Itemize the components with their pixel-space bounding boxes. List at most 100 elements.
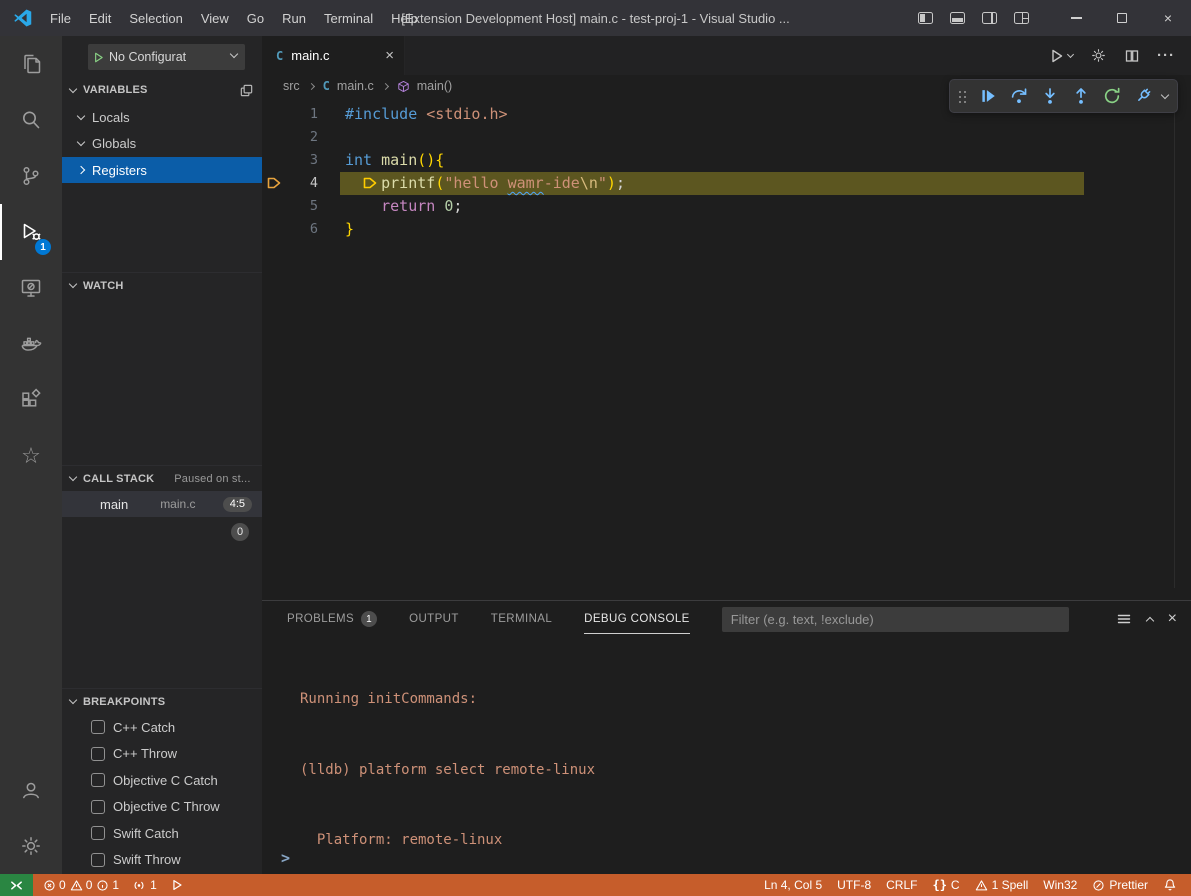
code-line-5[interactable]: 5 return 0;: [262, 195, 1191, 218]
platform-indicator[interactable]: Win32: [1043, 878, 1077, 892]
drag-handle-icon[interactable]: [957, 90, 967, 103]
line-number[interactable]: 6: [262, 218, 318, 241]
breakpoint-cpp-throw[interactable]: C++ Throw: [62, 741, 262, 768]
gear-icon[interactable]: [1090, 47, 1107, 64]
settings-button[interactable]: [0, 818, 62, 874]
checkbox[interactable]: [91, 853, 105, 867]
disconnect-button[interactable]: [1129, 82, 1157, 110]
call-stack-frame[interactable]: main main.c 4:5: [62, 491, 262, 517]
menu-go[interactable]: Go: [238, 0, 273, 36]
continue-button[interactable]: [974, 82, 1002, 110]
encoding-indicator[interactable]: UTF-8: [837, 878, 871, 892]
code-editor[interactable]: 1 #include <stdio.h> 2 3 int main(){ 4: [262, 97, 1191, 600]
notifications-button[interactable]: [1163, 878, 1177, 892]
customize-layout-icon[interactable]: [1014, 12, 1029, 24]
breakpoint-swift-throw[interactable]: Swift Throw: [62, 847, 262, 874]
menu-terminal[interactable]: Terminal: [315, 0, 382, 36]
variables-scope-globals[interactable]: Globals: [62, 130, 262, 156]
close-window-button[interactable]: ×: [1145, 0, 1191, 36]
close-tab-icon[interactable]: ×: [385, 48, 394, 63]
sidebar-item-search[interactable]: [0, 92, 62, 148]
tab-output[interactable]: OUTPUT: [409, 601, 459, 637]
code-line-2[interactable]: 2: [262, 126, 1191, 149]
accounts-button[interactable]: [0, 762, 62, 818]
chevron-down-icon: [69, 696, 77, 704]
line-number[interactable]: 3: [262, 149, 318, 172]
tab-main-c[interactable]: C main.c ×: [262, 36, 405, 75]
menu-selection[interactable]: Selection: [120, 0, 191, 36]
more-actions-icon[interactable]: ···: [1157, 48, 1175, 63]
maximize-panel-icon[interactable]: [1145, 617, 1153, 625]
ports-status[interactable]: 1: [132, 878, 157, 892]
toggle-sidebar-icon[interactable]: [918, 12, 933, 24]
close-panel-icon[interactable]: ×: [1168, 611, 1177, 627]
step-out-button[interactable]: [1067, 82, 1095, 110]
problems-status[interactable]: 0 0 1: [43, 878, 119, 892]
line-number[interactable]: 1: [262, 103, 318, 126]
language-mode[interactable]: {} C: [932, 878, 959, 892]
split-editor-icon[interactable]: [1124, 48, 1140, 64]
breadcrumb-file[interactable]: main.c: [337, 79, 374, 93]
chevron-down-icon: [77, 137, 85, 145]
debug-session-chevron-icon[interactable]: [1161, 90, 1169, 98]
breadcrumb-symbol[interactable]: main(): [417, 79, 452, 93]
remote-indicator[interactable]: [0, 874, 33, 896]
tab-debug-console[interactable]: DEBUG CONSOLE: [584, 601, 690, 637]
variables-scope-locals[interactable]: Locals: [62, 104, 262, 130]
sidebar-item-explorer[interactable]: [0, 36, 62, 92]
variables-section-header[interactable]: VARIABLES: [62, 77, 262, 103]
debug-console-input[interactable]: >: [281, 849, 290, 867]
line-number[interactable]: 2: [262, 126, 318, 149]
toggle-secondary-sidebar-icon[interactable]: [982, 12, 997, 24]
sidebar-item-source-control[interactable]: [0, 148, 62, 204]
checkbox[interactable]: [91, 747, 105, 761]
breakpoint-objc-catch[interactable]: Objective C Catch: [62, 767, 262, 794]
code-line-6[interactable]: 6 }: [262, 218, 1191, 241]
debug-breakpoint-arrow-icon[interactable]: [266, 175, 282, 191]
checkbox[interactable]: [91, 773, 105, 787]
run-menu-button[interactable]: [1049, 48, 1073, 64]
menu-file[interactable]: File: [41, 0, 80, 36]
step-over-button[interactable]: [1005, 82, 1033, 110]
watch-section-header[interactable]: WATCH: [62, 272, 262, 298]
variables-scope-registers[interactable]: Registers: [62, 157, 262, 183]
tab-problems[interactable]: PROBLEMS 1: [287, 601, 377, 637]
line-number[interactable]: 5: [262, 195, 318, 218]
sidebar-item-run-and-debug[interactable]: 1: [0, 204, 62, 260]
console-filter-input[interactable]: [722, 607, 1069, 632]
cursor-position[interactable]: Ln 4, Col 5: [764, 878, 822, 892]
console-menu-icon[interactable]: [1116, 611, 1132, 627]
breakpoint-label: C++ Throw: [113, 746, 177, 761]
minimize-button[interactable]: [1053, 0, 1099, 36]
breakpoint-objc-throw[interactable]: Objective C Throw: [62, 794, 262, 821]
debug-status[interactable]: [170, 878, 184, 892]
menu-view[interactable]: View: [192, 0, 238, 36]
breakpoints-section-header[interactable]: BREAKPOINTS: [62, 688, 262, 714]
console-line: (lldb) platform select remote-linux: [300, 759, 1191, 783]
step-into-button[interactable]: [1036, 82, 1064, 110]
breakpoint-cpp-catch[interactable]: C++ Catch: [62, 714, 262, 741]
code-line-3[interactable]: 3 int main(){: [262, 149, 1191, 172]
maximize-button[interactable]: [1099, 0, 1145, 36]
tab-terminal[interactable]: TERMINAL: [491, 601, 552, 637]
breakpoint-swift-catch[interactable]: Swift Catch: [62, 820, 262, 847]
restart-button[interactable]: [1098, 82, 1126, 110]
menu-run[interactable]: Run: [273, 0, 315, 36]
launch-configuration-dropdown[interactable]: No Configurat: [88, 44, 245, 70]
eol-indicator[interactable]: CRLF: [886, 878, 917, 892]
checkbox[interactable]: [91, 826, 105, 840]
call-stack-section-header[interactable]: CALL STACK Paused on st...: [62, 465, 262, 491]
checkbox[interactable]: [91, 800, 105, 814]
formatter-status[interactable]: Prettier: [1092, 878, 1148, 892]
code-line-4-current[interactable]: 4 printf("hello wamr-ide\n");: [262, 172, 1191, 195]
menu-edit[interactable]: Edit: [80, 0, 120, 36]
toggle-panel-icon[interactable]: [950, 12, 965, 24]
breadcrumb-src[interactable]: src: [283, 79, 300, 93]
checkbox[interactable]: [91, 720, 105, 734]
sidebar-item-extensions[interactable]: [0, 372, 62, 428]
sidebar-item-starred[interactable]: ☆: [0, 428, 62, 484]
section-actions-icon[interactable]: [239, 83, 254, 98]
spell-checker-status[interactable]: 1 Spell: [975, 878, 1029, 892]
sidebar-item-docker[interactable]: [0, 316, 62, 372]
sidebar-item-remote-explorer[interactable]: [0, 260, 62, 316]
